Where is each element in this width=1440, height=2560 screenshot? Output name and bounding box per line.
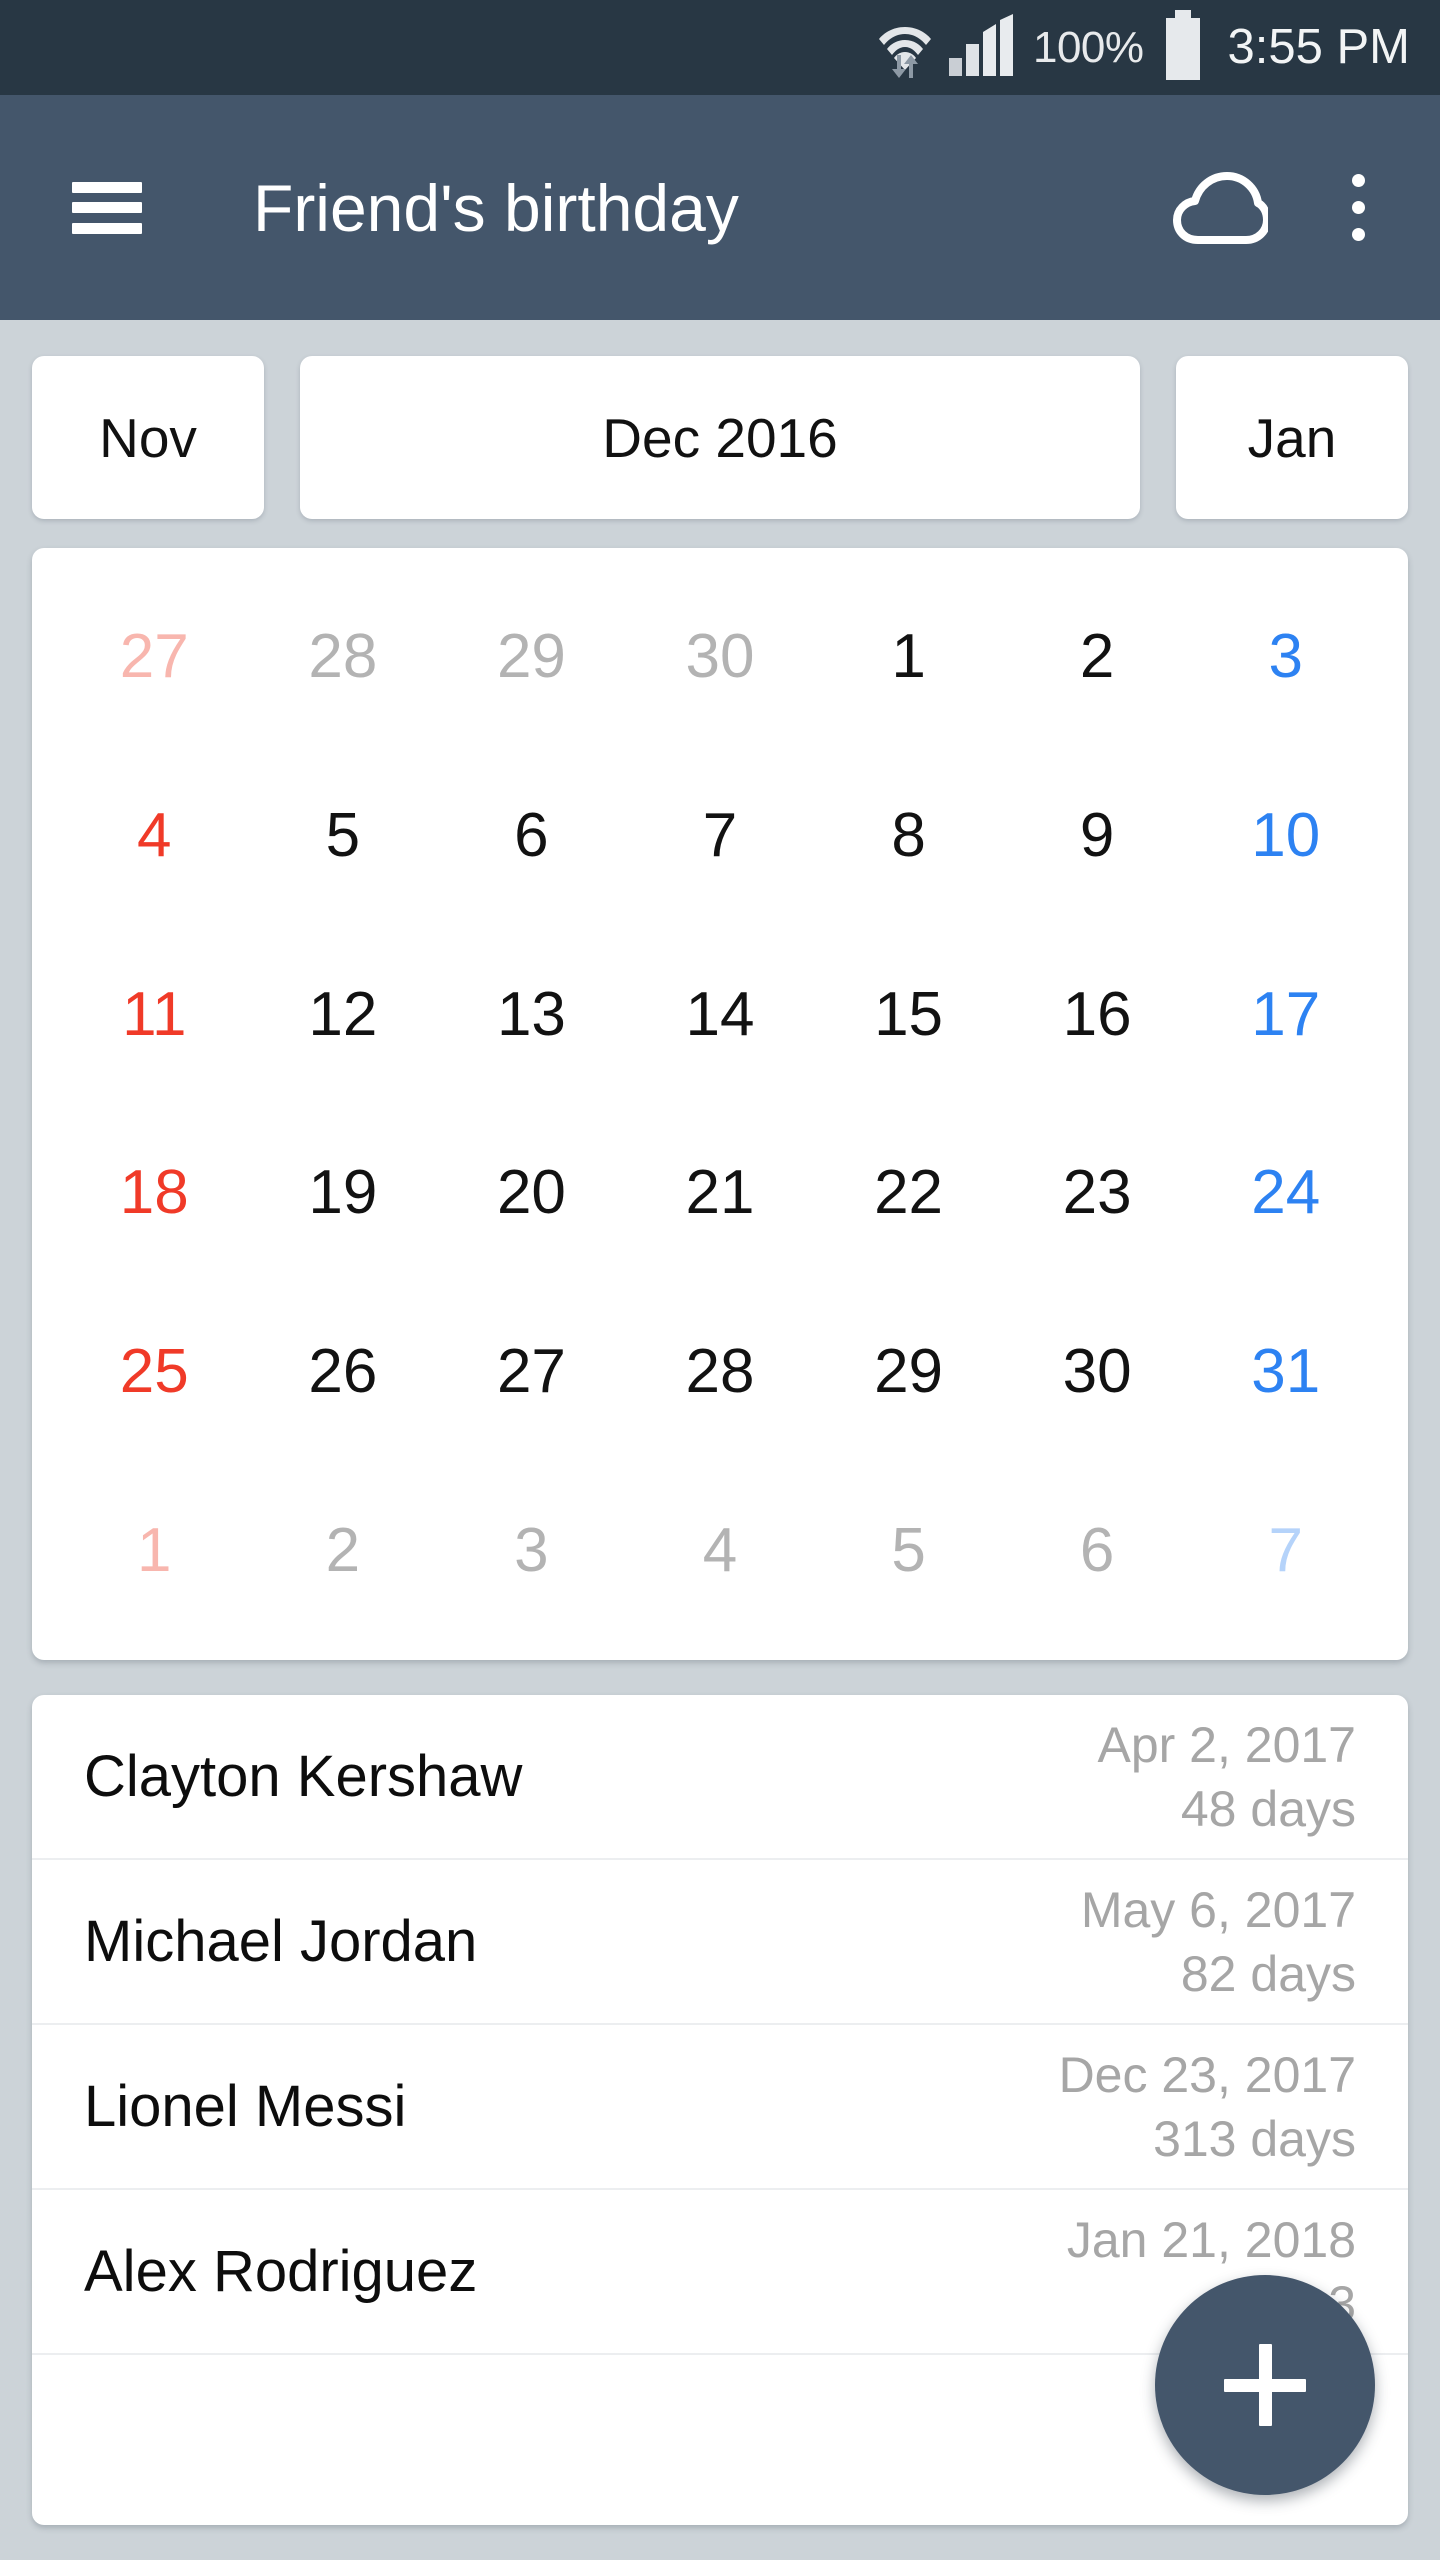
calendar-day-cell[interactable]: 7 (626, 805, 815, 867)
calendar-day-cell[interactable]: 30 (626, 626, 815, 688)
calendar-day-cell[interactable]: 2 (249, 1519, 438, 1582)
calendar-week-row: 11 12 13 14 15 16 17 (60, 925, 1380, 1104)
calendar-day-cell[interactable]: 28 (249, 626, 438, 688)
overflow-menu-icon[interactable] (1322, 158, 1394, 258)
plus-icon (1258, 2344, 1272, 2426)
app-screen: 100% 3:55 PM Friend's birthday Nov Dec 2… (0, 0, 1440, 2560)
calendar-day-cell[interactable]: 11 (60, 983, 249, 1046)
event-date: Dec 23, 2017 (1058, 2046, 1356, 2103)
calendar-week-row: 27 28 29 30 1 2 3 (60, 568, 1380, 747)
calendar-week-row: 4 5 6 7 8 9 10 (60, 747, 1380, 926)
calendar-day-cell[interactable]: 31 (1191, 1341, 1380, 1403)
calendar-day-cell[interactable]: 12 (249, 983, 438, 1046)
calendar-day-cell[interactable]: 29 (814, 1341, 1003, 1403)
calendar-day-cell[interactable]: 21 (626, 1162, 815, 1224)
calendar-day-cell[interactable]: 4 (626, 1519, 815, 1582)
calendar-week-row: 18 19 20 21 22 23 24 (60, 1104, 1380, 1283)
calendar-week-row: 25 26 27 28 29 30 31 (60, 1283, 1380, 1462)
event-person-name: Clayton Kershaw (84, 1743, 523, 1809)
event-list-row[interactable]: Lionel Messi Dec 23, 2017 313 days (32, 2025, 1408, 2190)
event-days-remaining: 82 days (1180, 1945, 1356, 2002)
calendar-day-cell[interactable]: 3 (1191, 626, 1380, 688)
event-person-name: Alex Rodriguez (84, 2238, 478, 2304)
calendar-day-cell[interactable]: 4 (60, 805, 249, 867)
calendar-card: 27 28 29 30 1 2 3 4 5 6 7 8 9 10 11 12 13 14 15 16 17 18 19 20 2… (32, 548, 1408, 1660)
calendar-day-cell[interactable]: 3 (437, 1519, 626, 1582)
hamburger-menu-icon[interactable] (72, 181, 142, 234)
app-bar: Friend's birthday (0, 95, 1440, 320)
calendar-day-cell[interactable]: 1 (814, 626, 1003, 688)
app-bar-actions (1170, 158, 1440, 258)
overflow-dot (1351, 228, 1365, 241)
next-month-button[interactable]: Jan (1176, 356, 1408, 519)
calendar-day-cell[interactable]: 14 (626, 983, 815, 1046)
month-switcher: Nov Dec 2016 Jan (0, 350, 1440, 525)
calendar-day-cell[interactable]: 6 (1003, 1519, 1192, 1582)
calendar-day-cell[interactable]: 26 (249, 1341, 438, 1403)
event-days-remaining: 48 days (1180, 1780, 1356, 1837)
calendar-day-cell[interactable]: 16 (1003, 983, 1192, 1046)
wifi-icon (878, 17, 931, 79)
calendar-day-cell[interactable]: 27 (60, 626, 249, 688)
hamburger-bar (72, 181, 142, 193)
overflow-dot (1351, 174, 1365, 187)
event-days-remaining: 313 days (1153, 2110, 1356, 2167)
event-meta: Apr 2, 2017 48 days (1097, 1720, 1356, 1834)
page-title: Friend's birthday (253, 170, 739, 245)
calendar-day-cell[interactable]: 1 (60, 1519, 249, 1582)
hamburger-bar (72, 202, 142, 213)
calendar-day-cell[interactable]: 8 (814, 805, 1003, 867)
calendar-day-cell[interactable]: 25 (60, 1341, 249, 1403)
calendar-day-cell[interactable]: 5 (814, 1519, 1003, 1582)
event-person-name: Lionel Messi (84, 2073, 407, 2139)
event-meta: May 6, 2017 82 days (1081, 1885, 1356, 1999)
calendar-day-cell[interactable]: 5 (249, 805, 438, 867)
current-month-label[interactable]: Dec 2016 (300, 356, 1140, 519)
add-event-fab[interactable] (1155, 2275, 1375, 2495)
calendar-day-cell[interactable]: 6 (437, 805, 626, 867)
event-date: Apr 2, 2017 (1097, 1716, 1356, 1773)
calendar-day-cell[interactable]: 18 (60, 1162, 249, 1224)
calendar-day-cell[interactable]: 22 (814, 1162, 1003, 1224)
event-date: May 6, 2017 (1080, 1881, 1356, 1938)
calendar-day-cell[interactable]: 7 (1191, 1519, 1380, 1582)
calendar-day-cell[interactable]: 27 (437, 1341, 626, 1403)
calendar-day-cell[interactable]: 17 (1191, 983, 1380, 1046)
status-bar-clock: 3:55 PM (1227, 20, 1410, 74)
calendar-day-cell[interactable]: 28 (626, 1341, 815, 1403)
event-meta: Dec 23, 2017 313 days (1059, 2050, 1356, 2164)
calendar-week-row: 1234567 (60, 1461, 1380, 1640)
battery-percent-label: 100% (1032, 22, 1144, 72)
calendar-day-cell[interactable]: 2 (1003, 626, 1192, 688)
calendar-day-cell[interactable]: 19 (249, 1162, 438, 1224)
calendar-day-cell[interactable]: 15 (814, 983, 1003, 1046)
cellular-signal-icon (948, 14, 1015, 81)
event-person-name: Michael Jordan (84, 1908, 478, 1974)
calendar-day-cell[interactable]: 9 (1003, 805, 1192, 867)
calendar-day-cell[interactable]: 24 (1191, 1162, 1380, 1224)
overflow-dot (1351, 201, 1365, 214)
calendar-day-cell[interactable]: 20 (437, 1162, 626, 1224)
hamburger-bar (72, 222, 142, 234)
calendar-day-cell[interactable]: 29 (437, 626, 626, 688)
previous-month-button[interactable]: Nov (32, 356, 264, 519)
calendar-day-cell[interactable]: 13 (437, 983, 626, 1046)
event-list-row[interactable]: Clayton Kershaw Apr 2, 2017 48 days (32, 1695, 1408, 1860)
calendar-day-cell[interactable]: 23 (1003, 1162, 1192, 1224)
cloud-icon[interactable] (1170, 158, 1270, 258)
calendar-day-cell[interactable]: 10 (1191, 805, 1380, 867)
battery-full-icon (1162, 10, 1204, 85)
event-list-row[interactable]: Michael Jordan May 6, 2017 82 days (32, 1860, 1408, 2025)
status-bar: 100% 3:55 PM (0, 0, 1440, 95)
calendar-day-cell[interactable]: 30 (1003, 1341, 1192, 1403)
event-date: Jan 21, 2018 (1066, 2211, 1356, 2268)
